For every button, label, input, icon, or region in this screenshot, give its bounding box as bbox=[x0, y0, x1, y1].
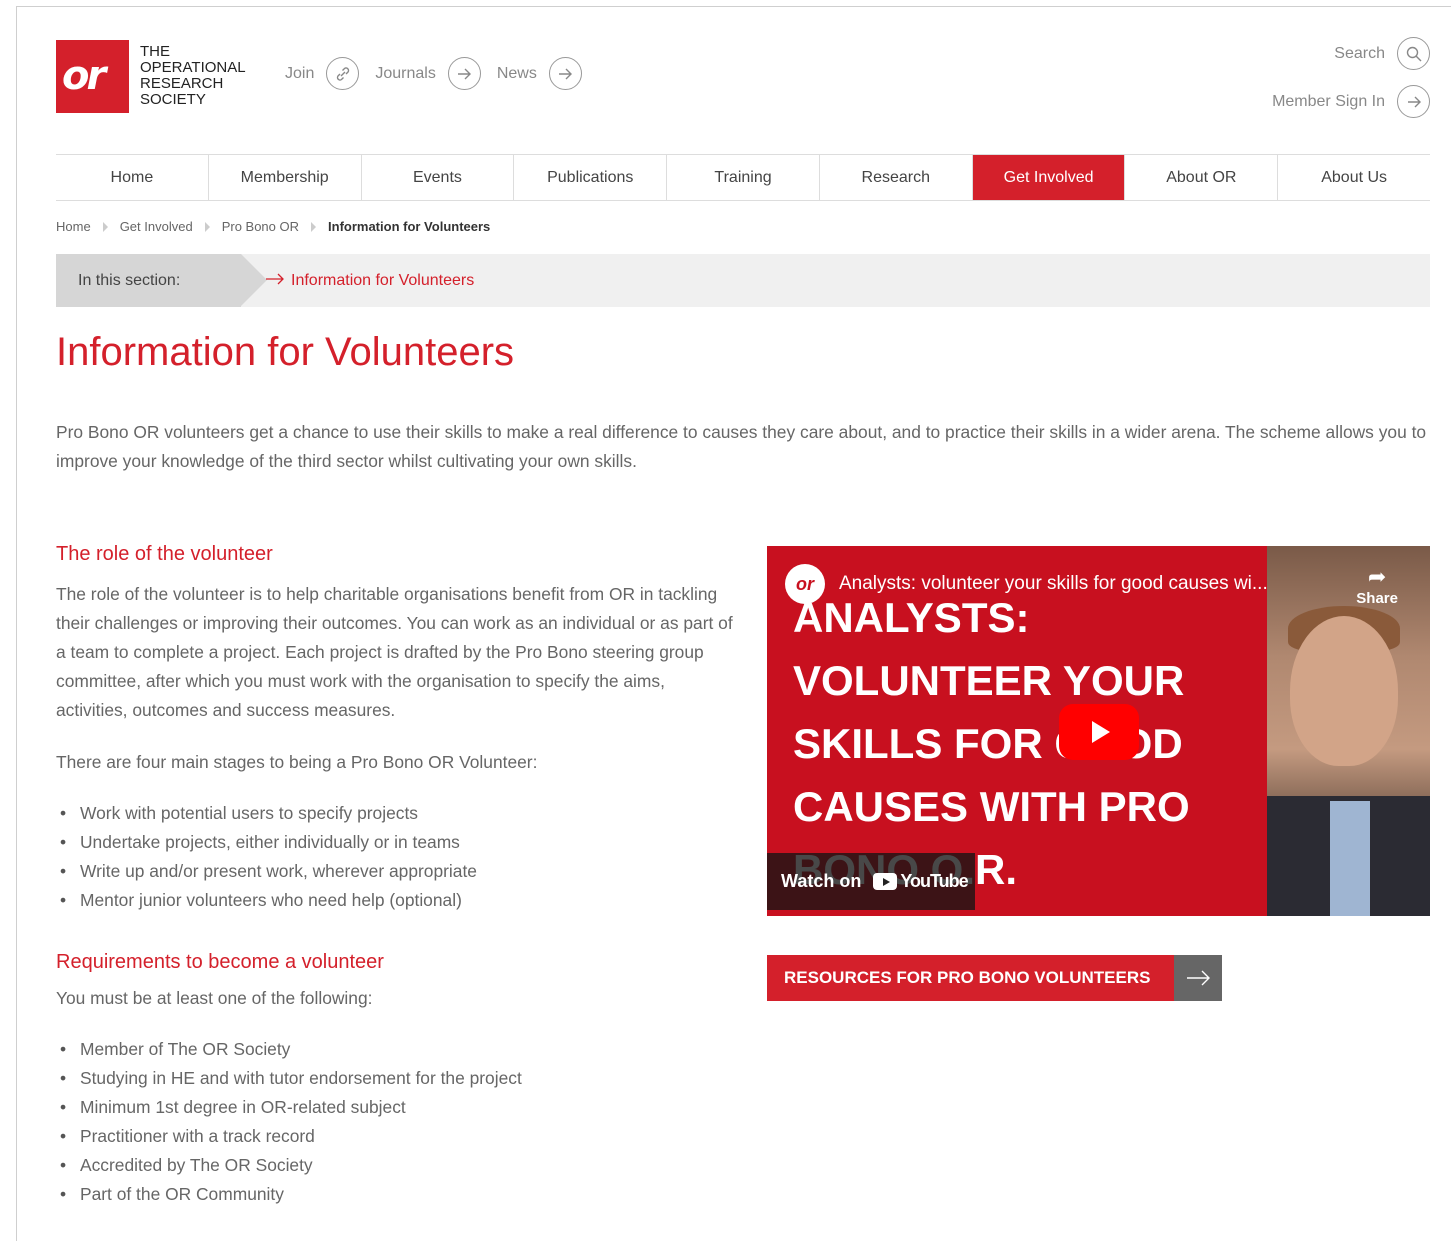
nav-get-involved[interactable]: Get Involved bbox=[972, 155, 1126, 200]
list-item: Part of the OR Community bbox=[56, 1180, 736, 1209]
chevron-right-icon bbox=[102, 221, 108, 232]
intro-paragraph: Pro Bono OR volunteers get a chance to u… bbox=[56, 422, 1427, 471]
main-content: The role of the volunteer The role of th… bbox=[56, 543, 736, 1209]
video-header: or Analysts: volunteer your skills for g… bbox=[767, 564, 1430, 607]
section-nav: In this section: Information for Volunte… bbox=[56, 254, 1430, 307]
role-heading: The role of the volunteer bbox=[56, 543, 273, 565]
video-title[interactable]: Analysts: volunteer your skills for good… bbox=[839, 573, 1329, 595]
breadcrumb-home[interactable]: Home bbox=[56, 219, 91, 234]
arrow-right-icon bbox=[1397, 85, 1430, 118]
arrow-right-icon bbox=[265, 272, 285, 290]
role-paragraph: The role of the volunteer is to help cha… bbox=[56, 584, 733, 720]
video-embed[interactable]: ANALYSTS: VOLUNTEER YOUR SKILLS FOR GOOD… bbox=[767, 546, 1430, 916]
link-icon bbox=[326, 57, 360, 90]
arrow-right-icon bbox=[1174, 955, 1223, 1001]
top-links: Join Journals News bbox=[285, 57, 598, 90]
channel-avatar[interactable]: or bbox=[785, 564, 825, 604]
list-item: Undertake projects, either individually … bbox=[56, 828, 736, 857]
news-link[interactable]: News bbox=[497, 57, 582, 90]
breadcrumb-pro-bono[interactable]: Pro Bono OR bbox=[222, 219, 299, 234]
logo-mark: or bbox=[56, 40, 129, 113]
nav-about-or[interactable]: About OR bbox=[1125, 155, 1279, 200]
nav-membership[interactable]: Membership bbox=[209, 155, 362, 200]
main-nav: Home Membership Events Publications Trai… bbox=[56, 154, 1430, 201]
page-title: Information for Volunteers bbox=[56, 330, 515, 374]
play-button[interactable] bbox=[1059, 704, 1139, 760]
nav-research[interactable]: Research bbox=[820, 155, 973, 200]
share-icon: ➦ bbox=[1367, 564, 1387, 589]
list-item: Minimum 1st degree in OR-related subject bbox=[56, 1093, 736, 1122]
requirements-heading: Requirements to become a volunteer bbox=[56, 951, 384, 973]
arrow-right-icon bbox=[548, 57, 582, 90]
breadcrumb-current: Information for Volunteers bbox=[328, 219, 491, 234]
share-button[interactable]: ➦ Share bbox=[1356, 564, 1398, 607]
site-logo[interactable]: or THE OPERATIONAL RESEARCH SOCIETY bbox=[56, 40, 246, 113]
list-item: Work with potential users to specify pro… bbox=[56, 799, 736, 828]
stages-list: Work with potential users to specify pro… bbox=[56, 799, 736, 915]
nav-training[interactable]: Training bbox=[667, 155, 820, 200]
logo-text: THE OPERATIONAL RESEARCH SOCIETY bbox=[140, 43, 246, 108]
breadcrumb: Home Get Involved Pro Bono OR Informatio… bbox=[56, 219, 490, 234]
resources-button[interactable]: RESOURCES FOR PRO BONO VOLUNTEERS bbox=[767, 955, 1223, 1001]
join-link[interactable]: Join bbox=[285, 57, 360, 90]
watch-on-youtube-button[interactable]: Watch on YouTube bbox=[767, 853, 975, 910]
chevron-right-icon bbox=[311, 221, 317, 232]
section-label: In this section: bbox=[56, 254, 267, 307]
list-item: Mentor junior volunteers who need help (… bbox=[56, 886, 736, 915]
list-item: Write up and/or present work, wherever a… bbox=[56, 857, 736, 886]
requirements-list: Member of The OR Society Studying in HE … bbox=[56, 1035, 736, 1209]
nav-events[interactable]: Events bbox=[362, 155, 515, 200]
nav-about-us[interactable]: About Us bbox=[1278, 155, 1430, 200]
list-item: Accredited by The OR Society bbox=[56, 1151, 736, 1180]
journals-link[interactable]: Journals bbox=[375, 57, 481, 90]
search-link[interactable]: Search bbox=[1272, 37, 1430, 70]
requirements-intro: You must be at least one of the followin… bbox=[56, 988, 373, 1008]
nav-home[interactable]: Home bbox=[56, 155, 209, 200]
account-links: Search Member Sign In bbox=[1272, 37, 1430, 133]
stages-intro: There are four main stages to being a Pr… bbox=[56, 752, 538, 772]
list-item: Member of The OR Society bbox=[56, 1035, 736, 1064]
list-item: Practitioner with a track record bbox=[56, 1122, 736, 1151]
chevron-right-icon bbox=[204, 221, 210, 232]
member-sign-in-link[interactable]: Member Sign In bbox=[1272, 85, 1430, 118]
nav-publications[interactable]: Publications bbox=[514, 155, 668, 200]
search-icon bbox=[1397, 37, 1430, 70]
youtube-logo-icon: YouTube bbox=[873, 871, 969, 892]
section-link-information-for-volunteers[interactable]: Information for Volunteers bbox=[265, 254, 474, 307]
list-item: Studying in HE and with tutor endorsemen… bbox=[56, 1064, 736, 1093]
breadcrumb-get-involved[interactable]: Get Involved bbox=[120, 219, 193, 234]
arrow-right-icon bbox=[447, 57, 481, 90]
